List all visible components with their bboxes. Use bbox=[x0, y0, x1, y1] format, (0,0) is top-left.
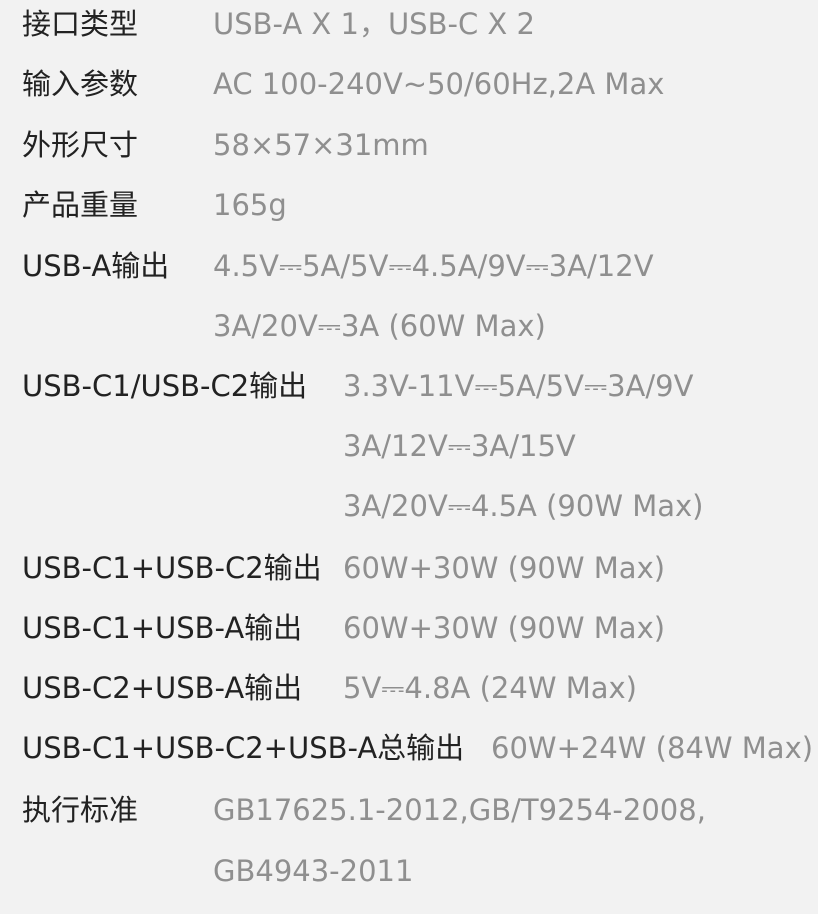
spec-row-standards-cont: GB4943-2011 bbox=[0, 841, 818, 901]
spec-value: 165g bbox=[213, 188, 287, 222]
spec-label: 执行标准 bbox=[22, 793, 139, 827]
spec-value: 3.3V-11V⎓5A/5V⎓3A/9V bbox=[343, 369, 694, 403]
spec-label: USB-C1+USB-C2输出 bbox=[22, 551, 322, 585]
spec-value: 3A/20V⎓4.5A (90W Max) bbox=[343, 489, 704, 523]
spec-row-usb-c1-c2-output-cont: 3A/12V⎓3A/15V bbox=[0, 416, 818, 476]
spec-label: 产品重量 bbox=[22, 188, 139, 222]
spec-row-total-output: USB-C1+USB-C2+USB-A总输出 60W+24W (84W Max) bbox=[0, 718, 818, 778]
spec-label: 输入参数 bbox=[22, 67, 139, 101]
spec-row-standards: 执行标准 GB17625.1-2012,GB/T9254-2008, bbox=[0, 780, 818, 840]
spec-label: 外形尺寸 bbox=[22, 128, 139, 162]
spec-value: USB-A X 1，USB-C X 2 bbox=[213, 7, 535, 41]
spec-label: USB-C1+USB-C2+USB-A总输出 bbox=[22, 731, 465, 765]
spec-value: 3A/20V⎓3A (60W Max) bbox=[213, 309, 546, 343]
spec-row-usb-c1-c2-output: USB-C1/USB-C2输出 3.3V-11V⎓5A/5V⎓3A/9V bbox=[0, 356, 818, 416]
spec-value: 4.5V⎓5A/5V⎓4.5A/9V⎓3A/12V bbox=[213, 249, 654, 283]
spec-sheet: 接口类型 USB-A X 1，USB-C X 2 输入参数 AC 100-240… bbox=[0, 0, 818, 914]
spec-row-usb-c1-plus-a-output: USB-C1+USB-A输出 60W+30W (90W Max) bbox=[0, 598, 818, 658]
spec-row-interface-type: 接口类型 USB-A X 1，USB-C X 2 bbox=[0, 0, 818, 54]
spec-label: USB-A输出 bbox=[22, 249, 170, 283]
spec-value: GB4943-2011 bbox=[213, 854, 414, 888]
spec-row-weight: 产品重量 165g bbox=[0, 175, 818, 235]
spec-value: GB17625.1-2012,GB/T9254-2008, bbox=[213, 793, 706, 827]
spec-row-input-parameters: 输入参数 AC 100-240V~50/60Hz,2A Max bbox=[0, 54, 818, 114]
spec-label: USB-C1/USB-C2输出 bbox=[22, 369, 308, 403]
spec-value: 5V⎓4.8A (24W Max) bbox=[343, 671, 637, 705]
spec-row-usb-a-output: USB-A输出 4.5V⎓5A/5V⎓4.5A/9V⎓3A/12V bbox=[0, 236, 818, 296]
spec-value: AC 100-240V~50/60Hz,2A Max bbox=[213, 67, 665, 101]
spec-row-usb-c1-c2-output-cont: 3A/20V⎓4.5A (90W Max) bbox=[0, 476, 818, 536]
spec-label: USB-C2+USB-A输出 bbox=[22, 671, 303, 705]
spec-value: 58×57×31mm bbox=[213, 128, 429, 162]
spec-label: 接口类型 bbox=[22, 7, 139, 41]
spec-row-dimensions: 外形尺寸 58×57×31mm bbox=[0, 115, 818, 175]
spec-value: 60W+24W (84W Max) bbox=[491, 731, 814, 765]
spec-row-usb-a-output-cont: 3A/20V⎓3A (60W Max) bbox=[0, 296, 818, 356]
spec-value: 60W+30W (90W Max) bbox=[343, 611, 666, 645]
spec-value: 60W+30W (90W Max) bbox=[343, 551, 666, 585]
spec-row-usb-c2-plus-a-output: USB-C2+USB-A输出 5V⎓4.8A (24W Max) bbox=[0, 658, 818, 718]
spec-value: 3A/12V⎓3A/15V bbox=[343, 429, 576, 463]
spec-row-usb-c1-plus-c2-output: USB-C1+USB-C2输出 60W+30W (90W Max) bbox=[0, 538, 818, 598]
spec-label: USB-C1+USB-A输出 bbox=[22, 611, 303, 645]
